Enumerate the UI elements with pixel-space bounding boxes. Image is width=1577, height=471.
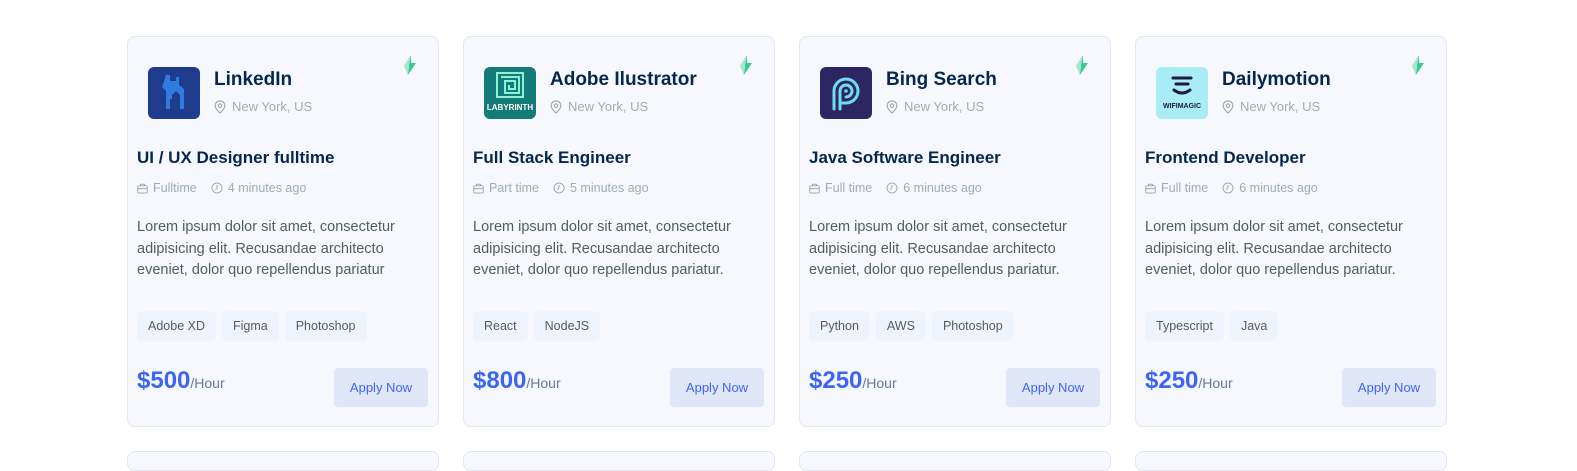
labyrinth-icon: [496, 72, 524, 98]
map-pin-icon: [886, 99, 898, 114]
job-description: Lorem ipsum dolor sit amet, consectetur …: [809, 219, 1067, 278]
salary: $800 /Hour: [473, 367, 561, 395]
job-card[interactable]: LABYRINTH Adobe Ilustrator New York, US …: [463, 36, 775, 427]
flash-icon: [404, 55, 416, 75]
salary: $500 /Hour: [137, 367, 225, 395]
company-name[interactable]: LinkedIn: [214, 69, 292, 91]
job-description: Lorem ipsum dolor sit amet, consectetur …: [473, 219, 731, 278]
salary-amount: $800: [473, 367, 527, 394]
skill-tags: React NodeJS: [473, 311, 601, 341]
job-type: Full time: [825, 181, 873, 195]
location: New York, US: [1222, 99, 1320, 114]
skill-tag[interactable]: Photoshop: [931, 311, 1014, 341]
job-title[interactable]: Frontend Developer: [1145, 148, 1306, 168]
job-card-grid: LinkedIn New York, US UI / UX Designer f…: [127, 36, 1447, 427]
clock-icon: [886, 182, 898, 194]
llama-house-icon: [162, 73, 184, 109]
salary-unit: /Hour: [526, 375, 561, 391]
job-card[interactable]: WIFIMAGIC Dailymotion New York, US Front…: [1135, 36, 1447, 427]
location-text: New York, US: [232, 99, 313, 114]
salary-amount: $250: [1145, 367, 1199, 394]
location: New York, US: [214, 99, 312, 114]
skill-tag[interactable]: Java: [1229, 311, 1279, 341]
company-logo: WIFIMAGIC: [1156, 67, 1208, 119]
job-type: Fulltime: [153, 181, 197, 195]
skill-tag[interactable]: React: [473, 311, 528, 341]
logo-text: LABYRINTH: [486, 103, 534, 112]
location-text: New York, US: [568, 99, 649, 114]
skill-tag[interactable]: Python: [809, 311, 870, 341]
job-card[interactable]: Bing Search New York, US Java Software E…: [799, 36, 1111, 427]
clock-icon: [553, 182, 565, 194]
clock-icon: [211, 182, 223, 194]
job-meta: Full time 6 minutes ago: [809, 181, 982, 195]
salary: $250 /Hour: [1145, 367, 1233, 395]
job-card-partial[interactable]: [1135, 451, 1447, 471]
briefcase-icon: [137, 183, 148, 193]
job-description: Lorem ipsum dolor sit amet, consectetur …: [137, 219, 395, 278]
company-logo: [148, 67, 200, 119]
posted-time: 4 minutes ago: [227, 181, 307, 195]
skill-tag[interactable]: Figma: [221, 311, 279, 341]
map-pin-icon: [214, 99, 226, 114]
company-logo: LABYRINTH: [484, 67, 536, 119]
flash-icon: [1412, 55, 1424, 75]
salary-unit: /Hour: [1198, 375, 1233, 391]
company-logo: [820, 67, 872, 119]
job-title[interactable]: Java Software Engineer: [809, 148, 1001, 168]
job-card-partial[interactable]: [463, 451, 775, 471]
job-title[interactable]: UI / UX Designer fulltime: [137, 148, 334, 168]
skill-tag[interactable]: AWS: [875, 311, 926, 341]
location: New York, US: [886, 99, 984, 114]
job-card-partial[interactable]: [799, 451, 1111, 471]
posted-time: 6 minutes ago: [1239, 181, 1318, 195]
skill-tag[interactable]: Typescript: [1145, 311, 1224, 341]
flash-icon: [740, 55, 752, 75]
salary-amount: $500: [137, 367, 191, 394]
job-meta: Full time 6 minutes ago: [1145, 181, 1318, 195]
company-name[interactable]: Adobe Ilustrator: [550, 69, 697, 91]
job-meta: Fulltime 4 minutes ago: [137, 181, 306, 195]
salary-unit: /Hour: [190, 375, 225, 391]
skill-tags: Adobe XD Figma Photoshop: [137, 311, 367, 341]
company-name[interactable]: Bing Search: [886, 69, 997, 91]
location-text: New York, US: [1240, 99, 1321, 114]
briefcase-icon: [809, 183, 820, 193]
location-text: New York, US: [904, 99, 985, 114]
location: New York, US: [550, 99, 648, 114]
job-description: Lorem ipsum dolor sit amet, consectetur …: [1145, 219, 1403, 278]
job-title[interactable]: Full Stack Engineer: [473, 148, 631, 168]
apply-now-button[interactable]: Apply Now: [1006, 368, 1100, 407]
skill-tag[interactable]: Photoshop: [284, 311, 367, 341]
job-meta: Part time 5 minutes ago: [473, 181, 649, 195]
job-card[interactable]: LinkedIn New York, US UI / UX Designer f…: [127, 36, 439, 427]
posted-time: 6 minutes ago: [903, 181, 982, 195]
briefcase-icon: [1145, 183, 1156, 193]
apply-now-button[interactable]: Apply Now: [670, 368, 764, 407]
job-card-partial[interactable]: [127, 451, 439, 471]
flash-icon: [1076, 55, 1088, 75]
logo-text: WIFIMAGIC: [1162, 103, 1202, 110]
briefcase-icon: [473, 183, 484, 193]
map-pin-icon: [550, 99, 562, 114]
clock-icon: [1222, 182, 1234, 194]
map-pin-icon: [1222, 99, 1234, 114]
apply-now-button[interactable]: Apply Now: [1342, 368, 1436, 407]
salary-unit: /Hour: [862, 375, 897, 391]
wifi-icon: [1171, 76, 1193, 95]
location-signal-icon: [832, 77, 860, 111]
skill-tag[interactable]: NodeJS: [533, 311, 601, 341]
job-type: Full time: [1161, 181, 1209, 195]
job-type: Part time: [489, 181, 540, 195]
posted-time: 5 minutes ago: [570, 181, 649, 195]
salary-amount: $250: [809, 367, 863, 394]
company-name[interactable]: Dailymotion: [1222, 69, 1331, 91]
skill-tags: Typescript Java: [1145, 311, 1279, 341]
apply-now-button[interactable]: Apply Now: [334, 368, 428, 407]
salary: $250 /Hour: [809, 367, 897, 395]
skill-tag[interactable]: Adobe XD: [137, 311, 216, 341]
next-row-cards: [127, 451, 1447, 471]
skill-tags: Python AWS Photoshop: [809, 311, 1014, 341]
